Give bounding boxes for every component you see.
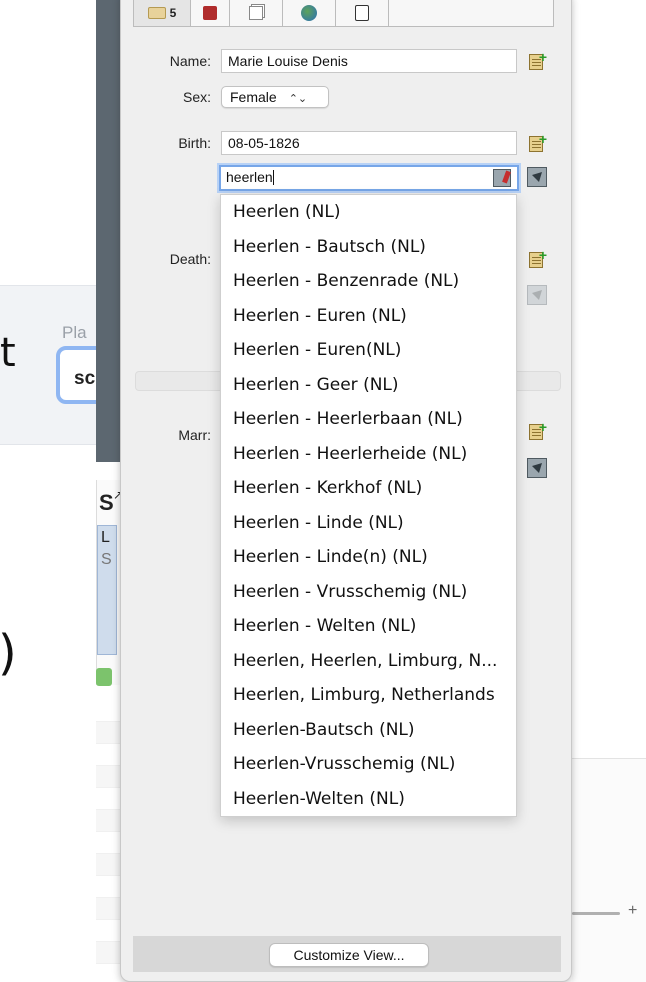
background-paren-fragment: ) — [0, 625, 17, 681]
add-name-fact-button[interactable]: + — [527, 50, 547, 71]
list-item[interactable]: Heerlen - Heerlerheide (NL) — [221, 437, 516, 472]
customize-view-button[interactable]: Customize View... — [269, 943, 429, 967]
tab-places[interactable] — [282, 0, 336, 27]
text-caret — [272, 170, 274, 185]
background-panel-line: L — [101, 529, 110, 546]
list-item[interactable]: Heerlen - Vrusschemig (NL) — [221, 575, 516, 610]
add-document-icon: + — [527, 420, 547, 441]
tab-media[interactable] — [229, 0, 283, 27]
list-item[interactable]: Heerlen (NL) — [221, 195, 516, 230]
map-icon — [527, 285, 547, 305]
add-birth-fact-button[interactable]: + — [527, 132, 547, 153]
list-item[interactable]: Heerlen - Bautsch (NL) — [221, 230, 516, 265]
zoom-in-icon[interactable]: + — [628, 902, 637, 920]
zoom-slider[interactable] — [572, 907, 622, 919]
place-autocomplete-list: Heerlen (NL) Heerlen - Bautsch (NL) Heer… — [220, 194, 517, 817]
zoom-slider-track[interactable] — [572, 912, 620, 915]
birth-date-field[interactable]: 08-05-1826 — [221, 131, 517, 155]
birth-place-map-button[interactable] — [527, 167, 547, 187]
name-label: Name: — [169, 53, 211, 69]
book-icon — [203, 5, 217, 20]
tab-document[interactable] — [335, 0, 389, 27]
tab-sources[interactable] — [190, 0, 230, 27]
place-picker-icon[interactable] — [493, 169, 511, 187]
list-item[interactable]: Heerlen-Bautsch (NL) — [221, 713, 516, 748]
list-item[interactable]: Heerlen-Vrusschemig (NL) — [221, 747, 516, 782]
tab-bar-filler — [388, 0, 554, 27]
birth-place-text: heerlen — [226, 169, 273, 185]
list-item[interactable]: Heerlen - Heerlerbaan (NL) — [221, 402, 516, 437]
marriage-place-map-button[interactable] — [527, 458, 547, 478]
list-item[interactable]: Heerlen - Euren (NL) — [221, 299, 516, 334]
birth-label: Birth: — [178, 135, 211, 151]
list-item[interactable]: Heerlen, Heerlen, Limburg, N... — [221, 644, 516, 679]
background-selected-row[interactable]: L S — [97, 525, 117, 655]
list-item[interactable]: Heerlen, Limburg, Netherlands — [221, 678, 516, 713]
list-item[interactable]: Heerlen - Benzenrade (NL) — [221, 264, 516, 299]
bottom-toolbar: Customize View... — [133, 936, 561, 972]
list-item[interactable]: Heerlen - Euren(NL) — [221, 333, 516, 368]
background-panel-heading: S — [99, 490, 114, 515]
background-heading-fragment: t — [0, 330, 16, 376]
sex-select-value: Female — [230, 89, 277, 105]
list-item[interactable]: Heerlen - Welten (NL) — [221, 609, 516, 644]
add-green-icon[interactable] — [96, 668, 112, 686]
list-item[interactable]: Heerlen-Welten (NL) — [221, 782, 516, 817]
pages-icon — [249, 5, 263, 20]
map-icon — [527, 167, 547, 187]
add-document-icon: + — [527, 132, 547, 153]
chevron-updown-icon: ⌃⌄ — [288, 93, 308, 105]
background-right-panel — [572, 758, 646, 982]
sidebar-strip — [96, 0, 120, 462]
sex-select[interactable]: Female ⌃⌄ — [221, 86, 329, 108]
list-item[interactable]: Heerlen - Linde(n) (NL) — [221, 540, 516, 575]
death-place-map-button[interactable] — [527, 285, 547, 305]
birth-place-field[interactable]: heerlen — [219, 165, 519, 191]
list-item[interactable]: Heerlen - Kerkhof (NL) — [221, 471, 516, 506]
note-icon — [147, 6, 166, 19]
page-icon — [355, 4, 369, 21]
add-death-fact-button[interactable]: + — [527, 248, 547, 269]
tab-notes-count: 5 — [169, 5, 177, 20]
globe-icon — [301, 4, 317, 21]
add-document-icon: + — [527, 248, 547, 269]
list-item[interactable]: Heerlen - Linde (NL) — [221, 506, 516, 541]
editor-tab-bar: 5 — [133, 0, 554, 27]
background-search-text: sc — [74, 368, 96, 389]
list-item[interactable]: Heerlen - Geer (NL) — [221, 368, 516, 403]
add-marriage-fact-button[interactable]: + — [527, 420, 547, 441]
add-document-icon: + — [527, 50, 547, 71]
map-icon — [527, 458, 547, 478]
background-panel-subline: S — [101, 551, 112, 568]
background-place-label: Pla — [62, 323, 87, 342]
sex-label: Sex: — [182, 89, 211, 105]
marriage-label: Marr: — [178, 427, 211, 443]
name-field[interactable]: Marie Louise Denis — [221, 49, 517, 73]
death-label: Death: — [169, 251, 211, 267]
tab-notes[interactable]: 5 — [133, 0, 191, 27]
